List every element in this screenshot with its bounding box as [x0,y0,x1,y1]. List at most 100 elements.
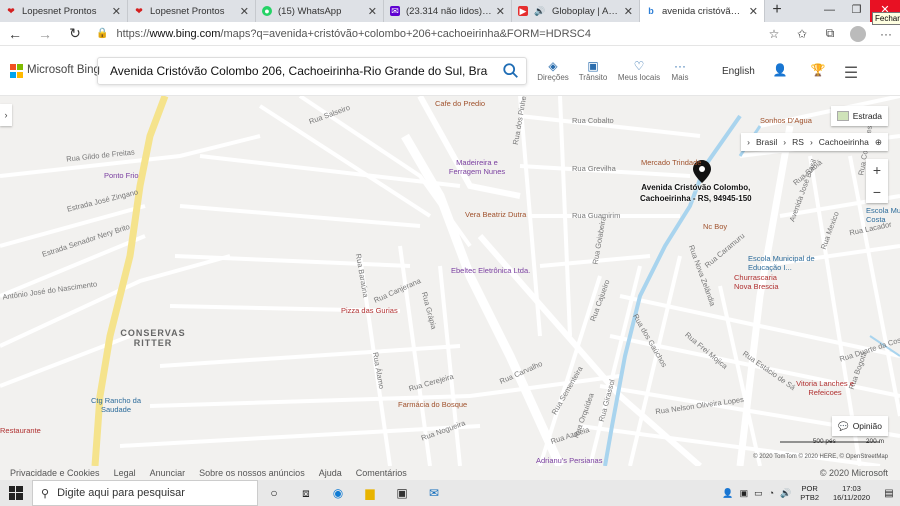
poi-label[interactable]: Madeireira e Ferragem Nunes [447,158,507,176]
tab-title: Lopesnet Prontos [22,5,97,17]
browser-tab[interactable]: ❤ Lopesnet Prontos ✕ [128,0,256,22]
url-field[interactable]: 🔒 https://www.bing.com/maps?q=avenida+cr… [96,28,760,40]
poi-label[interactable]: Vitoria Lanches e Refeicoes [790,379,860,397]
brand-name[interactable]: Microsoft Bing [27,64,100,76]
poi-label[interactable]: Ctg Rancho da Saudade [86,396,146,414]
browser-tab-active[interactable]: b avenida cristóvão colom ✕ [640,0,765,22]
battery-icon[interactable]: ▭ [754,488,763,499]
poi-label[interactable]: Mercado Trindade [641,158,701,167]
clock[interactable]: 17:03 16/11/2020 [833,484,870,502]
tab-close-icon[interactable]: ✕ [112,5,121,18]
poi-label[interactable]: Cafe do Predio [435,99,485,108]
mail-icon[interactable]: ✉ [418,480,450,506]
footer-link[interactable]: Sobre os nossos anúncios [199,468,305,478]
collections-icon[interactable]: ⧉ [816,26,844,41]
more-label: Mais [671,73,689,82]
poi-label[interactable]: Restaurante [0,426,41,435]
poi-label[interactable]: Escola Mu Costa [866,206,900,224]
pin-label-line2: Cachoeirinha - RS, 94945-150 [640,194,752,203]
directions-button[interactable]: ◈ Direções [531,59,575,82]
people-icon[interactable]: 👤 [722,488,733,499]
tab-title: avenida cristóvão colom [662,5,745,17]
edge-icon[interactable]: ◉ [322,480,354,506]
speaker-icon[interactable]: 🔊 [534,6,546,16]
breadcrumb: › Brasil › RS › Cachoeirinha ⊕ [741,133,888,151]
volume-icon[interactable]: 🔊 [780,488,791,499]
browser-tab[interactable]: ● (15) WhatsApp ✕ [256,0,384,22]
back-button[interactable]: ← [0,26,30,42]
browser-tab[interactable]: ▶ 🔊 Globoplay | Assisti ✕ [512,0,640,22]
tab-close-icon[interactable]: ✕ [368,5,377,18]
poi-label[interactable]: Churrascaria Nova Brescia [734,273,794,291]
breadcrumb-chevron-icon[interactable]: › [747,137,750,147]
refresh-button[interactable]: ↻ [60,25,90,42]
expand-panel-button[interactable]: › [0,104,12,126]
feedback-label: Opinião [852,421,882,431]
forward-button[interactable]: → [30,26,60,42]
favorite-star-icon[interactable]: ☆ [760,27,788,41]
new-tab-button[interactable]: + [765,0,789,22]
input-language[interactable]: POR PTB2 [800,484,819,502]
browser-tab[interactable]: ❤ Lopesnet Prontos ✕ [0,0,128,22]
poi-label[interactable]: Ebeltec Eletrônica Ltda. [451,266,530,275]
poi-label[interactable]: Pizza das Gurias [341,306,398,315]
footer-link[interactable]: Legal [114,468,136,478]
task-view-icon[interactable]: ⧈ [290,480,322,506]
my-places-button[interactable]: ♡ Meus locais [617,59,661,82]
tab-close-icon[interactable]: ✕ [624,5,633,18]
hamburger-menu-icon[interactable]: ☰ [842,63,860,82]
tab-close-icon[interactable]: ✕ [240,5,249,18]
language-code: POR [801,484,818,493]
more-menu-icon[interactable]: ··· [872,27,900,41]
zoom-out-button[interactable]: − [866,181,888,203]
notifications-icon[interactable]: ▤ [878,488,900,499]
search-icon[interactable] [502,62,520,80]
poi-label[interactable]: Sonhos D'Agua [760,116,812,125]
zoom-in-button[interactable]: + [866,159,888,181]
tray-app-icon[interactable]: ▣ [740,488,749,499]
profile-avatar[interactable] [850,25,866,42]
maximize-button[interactable]: ❐ [843,0,870,22]
traffic-button[interactable]: ▣ Trânsito [571,59,615,82]
search-input[interactable] [98,58,488,84]
locate-me-icon[interactable]: ⊕ [875,137,882,148]
poi-label[interactable]: Nc Boy [703,222,727,231]
browser-tab[interactable]: ✉ (23.314 não lidos) - pau ✕ [384,0,512,22]
poi-label[interactable]: Farmácia do Bosque [398,400,467,409]
user-icon[interactable]: 👤 [771,63,789,81]
url-prefix: https:// [116,27,150,40]
file-explorer-icon[interactable]: ▆ [354,480,386,506]
footer-link[interactable]: Privacidade e Cookies [10,468,100,478]
feedback-button[interactable]: 💬 Opinião [832,416,888,436]
search-icon: ⚲ [41,487,50,500]
store-icon[interactable]: ▣ [386,480,418,506]
poi-label[interactable]: Adrianu's Persianas [536,456,602,465]
breadcrumb-item[interactable]: Cachoeirinha [819,137,869,147]
poi-label[interactable]: Escola Municipal de Educação I... [748,254,824,272]
minimize-button[interactable]: — [816,0,843,22]
tab-close-icon[interactable]: ✕ [496,5,505,18]
start-button[interactable] [0,480,32,506]
poi-label[interactable]: Vera Beatriz Dutra [465,210,526,219]
footer-link[interactable]: Comentários [356,468,407,478]
map-style-button[interactable]: Estrada [830,106,888,126]
language-link[interactable]: English [722,66,755,77]
more-button[interactable]: ··· Mais [658,59,702,82]
tab-strip: ❤ Lopesnet Prontos ✕ ❤ Lopesnet Prontos … [0,0,900,22]
rewards-icon[interactable]: 🏆 [809,63,827,81]
map-canvas[interactable]: Rua Salseiro Rua dos Pinheiros Rua Cobal… [0,96,900,466]
poi-label[interactable]: Ponto Frio [104,171,139,180]
footer-link[interactable]: Anunciar [150,468,186,478]
breadcrumb-item[interactable]: Brasil [756,137,777,147]
favorites-icon[interactable]: ✩ [788,27,816,41]
tab-close-icon[interactable]: ✕ [749,5,758,18]
footer-link[interactable]: Ajuda [319,468,342,478]
lock-icon[interactable]: 🔒 [96,28,108,39]
wifi-icon[interactable]: ◔ [769,488,774,498]
clock-time: 17:03 [842,484,861,493]
taskbar-search[interactable]: ⚲ Digite aqui para pesquisar [32,480,258,506]
cortana-icon[interactable]: ○ [258,480,290,506]
microsoft-logo[interactable] [10,64,24,78]
url-host: www.bing.com [149,27,221,40]
breadcrumb-item[interactable]: RS [792,137,804,147]
